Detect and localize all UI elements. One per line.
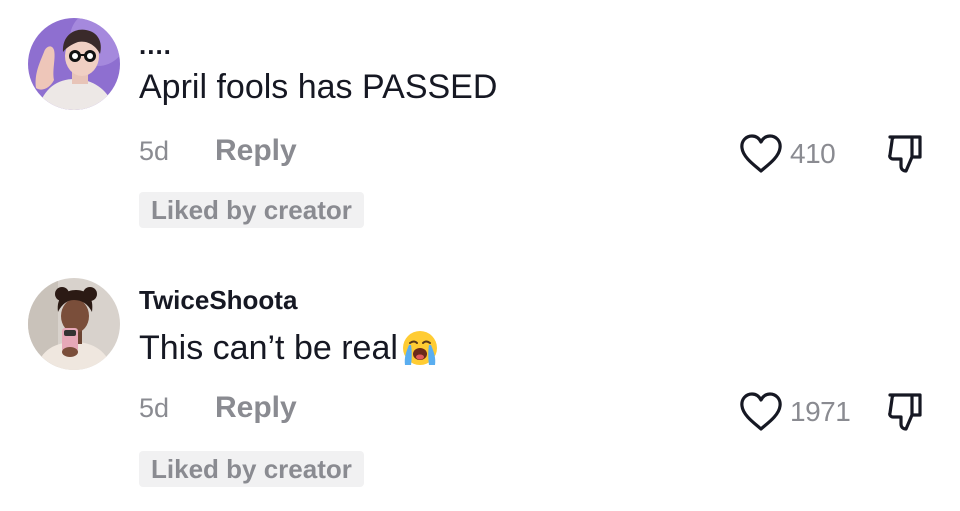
like-count: 410 bbox=[790, 138, 836, 169]
comment-time: 5d bbox=[139, 135, 170, 166]
thumbs-down-outline-icon bbox=[888, 393, 922, 431]
comment-text: April fools has PASSED bbox=[139, 68, 497, 107]
comment-item: TwiceShoota This can’t be real 5d Reply … bbox=[0, 258, 960, 511]
comment-meta: 5d Reply bbox=[139, 391, 297, 425]
comment-text-content: April fools has PASSED bbox=[139, 68, 498, 106]
heart-outline-icon bbox=[740, 134, 782, 173]
loudly-crying-face-icon bbox=[402, 331, 437, 365]
username[interactable]: TwiceShoota bbox=[139, 285, 297, 316]
comment-item: .... April fools has PASSED 5d Reply 410… bbox=[0, 0, 960, 258]
liked-by-creator-badge: Liked by creator bbox=[139, 451, 364, 487]
username[interactable]: .... bbox=[139, 30, 172, 61]
liked-by-creator-badge: Liked by creator bbox=[139, 192, 364, 228]
comment-text-content: This can’t be real bbox=[139, 328, 398, 367]
dislike-button[interactable] bbox=[884, 389, 930, 435]
heart-outline-icon bbox=[740, 392, 782, 431]
comment-meta: 5d Reply bbox=[139, 134, 297, 168]
avatar[interactable] bbox=[28, 278, 120, 370]
dislike-button[interactable] bbox=[884, 131, 930, 177]
like-button[interactable]: 1971 bbox=[738, 391, 851, 433]
reply-button[interactable]: Reply bbox=[215, 134, 297, 168]
comment-time: 5d bbox=[139, 392, 170, 423]
thumbs-down-outline-icon bbox=[888, 135, 922, 173]
like-count: 1971 bbox=[790, 396, 851, 427]
like-button[interactable]: 410 bbox=[738, 133, 836, 175]
reply-button[interactable]: Reply bbox=[215, 391, 297, 425]
comment-text: This can’t be real bbox=[139, 328, 440, 368]
avatar[interactable] bbox=[28, 18, 120, 110]
